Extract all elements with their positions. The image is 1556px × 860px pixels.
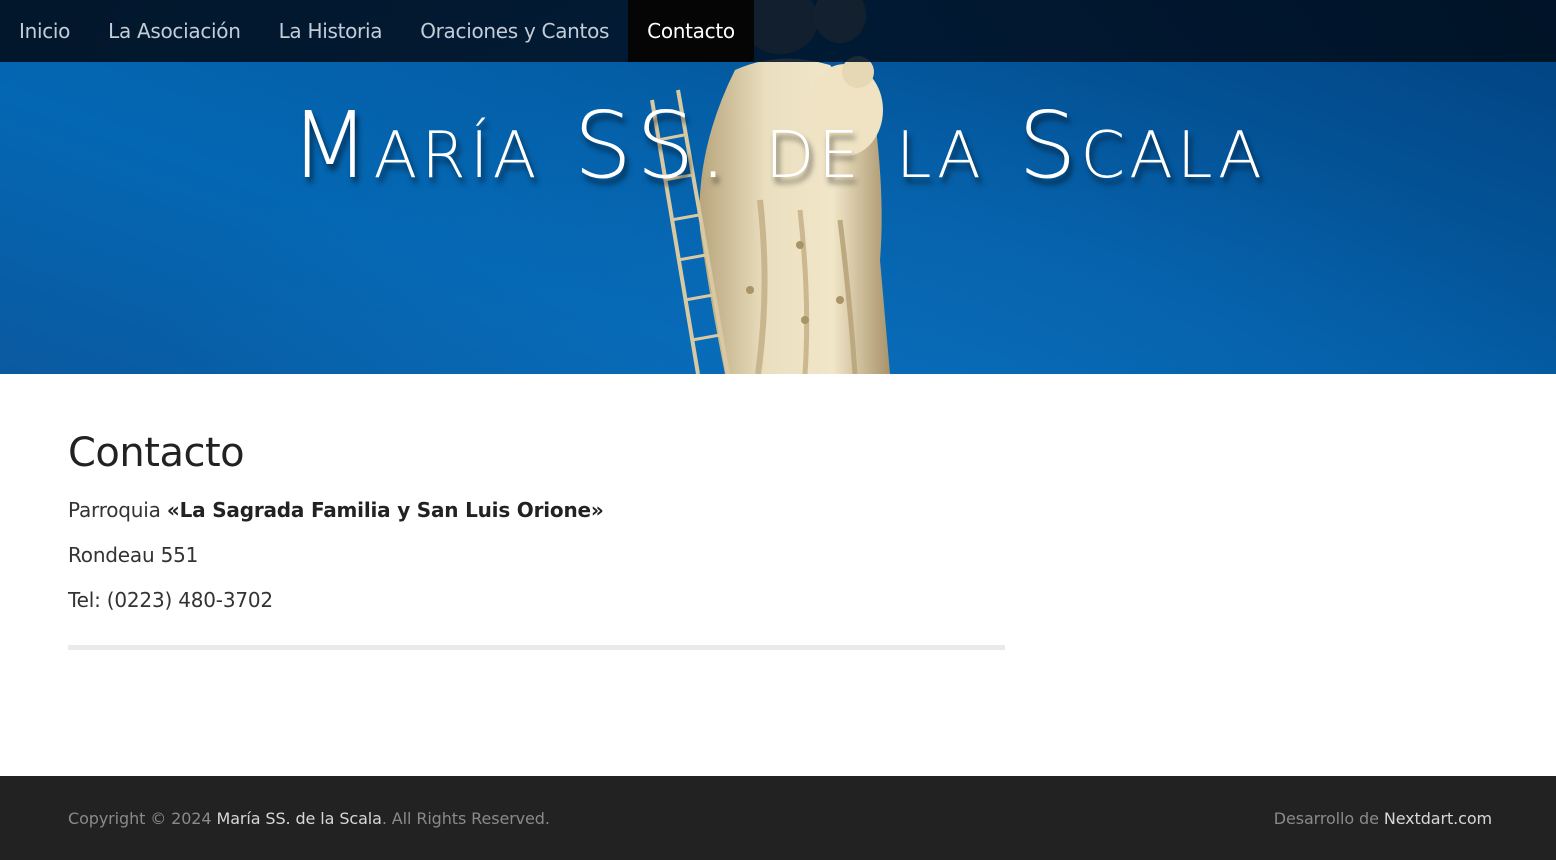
copyright-rights: . All Rights Reserved. [381, 808, 550, 828]
developer-prefix: Desarrollo de [1273, 808, 1379, 828]
nav-item-la-historia[interactable]: La Historia [260, 0, 402, 62]
nav-item-contacto[interactable]: Contacto [628, 0, 754, 62]
developer-link[interactable]: Nextdart.com [1384, 809, 1492, 828]
footer: Copyright © 2024 María SS. de la Scala. … [0, 776, 1556, 860]
nav-item-la-asociacion[interactable]: La Asociación [89, 0, 259, 62]
parish-prefix: Parroquia [68, 498, 161, 522]
footer-developer: Desarrollo de Nextdart.com [1274, 809, 1492, 828]
nav-item-oraciones-y-cantos[interactable]: Oraciones y Cantos [401, 0, 628, 62]
main-content: Contacto Parroquia «La Sagrada Familia y… [68, 430, 1005, 650]
footer-site-link[interactable]: María SS. de la Scala [216, 809, 381, 828]
content-divider [68, 645, 1005, 650]
phone-line: Tel: (0223) 480-3702 [68, 588, 273, 612]
address-line: Rondeau 551 [68, 543, 199, 567]
nav-item-inicio[interactable]: Inicio [0, 0, 89, 62]
parish-name: «La Sagrada Familia y San Luis Orione» [166, 498, 604, 522]
header-banner: María SS. de la Scala Inicio La Asociaci… [0, 0, 1556, 374]
copyright-prefix: Copyright © 2024 [68, 808, 212, 828]
main-nav: Inicio La Asociación La Historia Oracion… [0, 0, 1556, 62]
footer-copyright: Copyright © 2024 María SS. de la Scala. … [68, 809, 550, 828]
site-title: María SS. de la Scala [290, 92, 1266, 199]
parish-line: Parroquia «La Sagrada Familia y San Luis… [68, 498, 1005, 522]
page-title: Contacto [68, 430, 245, 476]
